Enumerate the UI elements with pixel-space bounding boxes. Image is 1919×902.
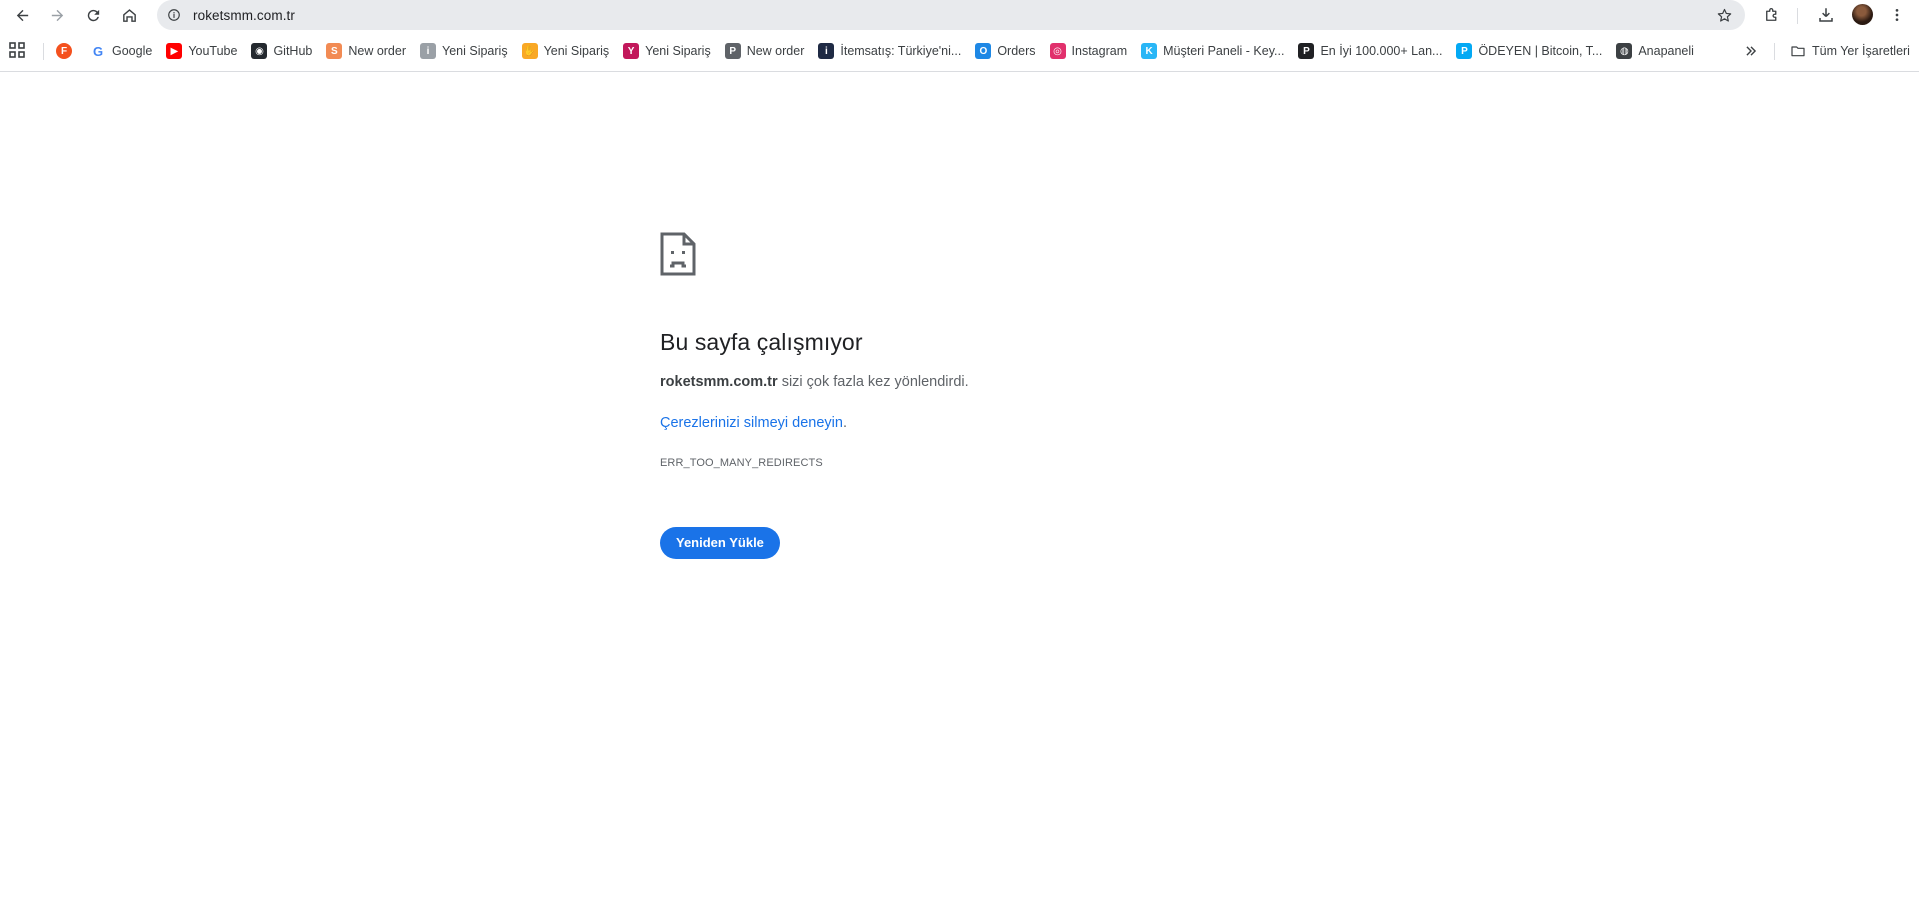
- bookmark-item[interactable]: P En İyi 100.000+ Lan...: [1298, 40, 1442, 62]
- bookmark-item[interactable]: Y Yeni Sipariş: [623, 40, 711, 62]
- github-icon: ◉: [251, 43, 268, 59]
- bookmark-item[interactable]: S New order: [326, 40, 406, 62]
- p-icon: P: [724, 43, 741, 59]
- k-icon: K: [1141, 43, 1158, 59]
- error-page: Bu sayfa çalışmıyor roketsmm.com.tr sizi…: [660, 232, 1260, 559]
- error-code: ERR_TOO_MANY_REDIRECTS: [660, 457, 823, 469]
- profile-avatar[interactable]: [1852, 4, 1873, 25]
- instagram-icon: ◎: [1049, 43, 1066, 59]
- bookmark-item[interactable]: ▶ YouTube: [166, 40, 237, 62]
- all-bookmarks-button[interactable]: Tüm Yer İşaretleri: [1790, 40, 1910, 62]
- arrow-left-icon: [16, 9, 28, 21]
- more-bookmarks-button[interactable]: [1740, 40, 1762, 62]
- bookmarks-divider-right: [1774, 43, 1775, 60]
- bookmark-item[interactable]: P New order: [724, 40, 805, 62]
- error-description: roketsmm.com.tr sizi çok fazla kez yönle…: [660, 374, 1260, 390]
- error-host: roketsmm.com.tr: [660, 374, 778, 390]
- site-info-button[interactable]: [163, 4, 185, 26]
- bookmark-star-button[interactable]: [1713, 4, 1735, 26]
- back-button[interactable]: [8, 1, 36, 29]
- menu-button[interactable]: [1885, 3, 1909, 27]
- downloads-button[interactable]: [1814, 3, 1838, 27]
- globe-icon: ◍: [1616, 43, 1633, 59]
- bookmark-label: Orders: [997, 44, 1036, 58]
- reload-icon: [87, 9, 99, 21]
- star-icon: [1717, 8, 1731, 22]
- bookmark-label: En İyi 100.000+ Lan...: [1320, 44, 1443, 58]
- download-icon: [1819, 8, 1833, 22]
- sad-document-icon: [660, 232, 696, 276]
- puzzle-icon: [1766, 8, 1777, 21]
- bookmark-item[interactable]: ◍ Anapaneli: [1616, 40, 1694, 62]
- info-icon: i: [420, 43, 437, 59]
- bookmarks-divider: [43, 43, 44, 60]
- youtube-icon: ▶: [166, 43, 183, 59]
- error-suggestion: Çerezlerinizi silmeyi deneyin.: [660, 415, 1260, 431]
- bookmark-item[interactable]: O Orders: [975, 40, 1036, 62]
- reload-button[interactable]: [79, 1, 107, 29]
- toolbar-divider: [1797, 8, 1798, 24]
- bookmark-item[interactable]: i Yeni Sipariş: [420, 40, 508, 62]
- bookmark-label: New order: [348, 44, 407, 58]
- bookmark-item[interactable]: F: [56, 40, 78, 62]
- odeyen-icon: P: [1456, 43, 1473, 59]
- bookmark-item[interactable]: ◎ Instagram: [1049, 40, 1128, 62]
- arrow-right-icon: [51, 9, 63, 21]
- hand-icon: ✋: [521, 43, 538, 59]
- bookmark-label: İtemsatış: Türkiye'ni...: [840, 44, 962, 58]
- bookmark-list: F G Google ▶ YouTube ◉ GitHub S New order i Yeni S…: [56, 40, 1708, 62]
- home-icon: [122, 8, 136, 22]
- brand-icon: Y: [623, 43, 640, 59]
- more-vertical-icon: [1895, 9, 1899, 21]
- bookmark-label: YouTube: [188, 44, 238, 58]
- all-bookmarks-label: Tüm Yer İşaretleri: [1812, 44, 1910, 58]
- clear-cookies-link[interactable]: Çerezlerinizi silmeyi deneyin: [660, 415, 843, 431]
- google-icon: G: [90, 43, 106, 59]
- folder-icon: [1791, 46, 1805, 57]
- url-text[interactable]: roketsmm.com.tr: [193, 8, 295, 23]
- f-logo-icon: F: [56, 43, 72, 59]
- bookmark-item[interactable]: ◉ GitHub: [251, 40, 312, 62]
- smm-icon: S: [326, 43, 343, 59]
- bookmark-label: Instagram: [1071, 44, 1128, 58]
- bookmark-label: New order: [746, 44, 805, 58]
- info-circle-icon: [168, 9, 180, 21]
- bookmark-label: GitHub: [273, 44, 313, 58]
- bookmark-label: Google: [112, 44, 153, 58]
- apps-grid-icon[interactable]: [9, 42, 26, 59]
- bookmark-item[interactable]: P ÖDEYEN | Bitcoin, T...: [1456, 40, 1602, 62]
- bookmark-item[interactable]: G Google: [90, 40, 152, 62]
- extensions-button[interactable]: [1760, 3, 1784, 27]
- browser-toolbar: roketsmm.com.tr: [0, 0, 1919, 31]
- bookmark-label: Yeni Sipariş: [543, 44, 610, 58]
- forward-button[interactable]: [43, 1, 71, 29]
- bookmark-label: Yeni Sipariş: [442, 44, 508, 58]
- chevron-double-right-icon: [1746, 46, 1757, 56]
- suggestion-period: .: [842, 415, 847, 431]
- error-description-text: sizi çok fazla kez yönlendirdi.: [781, 374, 969, 390]
- bookmark-item[interactable]: K Müşteri Paneli - Key...: [1141, 40, 1284, 62]
- bookmark-item[interactable]: i İtemsatış: Türkiye'ni...: [818, 40, 961, 62]
- orders-icon: O: [975, 43, 992, 59]
- bookmark-label: ÖDEYEN | Bitcoin, T...: [1478, 44, 1603, 58]
- bookmark-label: Anapaneli: [1638, 44, 1694, 58]
- bookmark-item[interactable]: ✋ Yeni Sipariş: [521, 40, 610, 62]
- error-title: Bu sayfa çalışmıyor: [660, 329, 863, 355]
- address-bar[interactable]: roketsmm.com.tr: [157, 0, 1745, 30]
- bookmark-label: Yeni Sipariş: [645, 44, 711, 58]
- home-button[interactable]: [115, 1, 143, 29]
- dp-icon: P: [1298, 43, 1315, 59]
- bookmarks-bar: F G Google ▶ YouTube ◉ GitHub S New order i Yeni S…: [0, 31, 1919, 72]
- itemsatis-icon: i: [818, 43, 835, 59]
- bookmark-label: Müşteri Paneli - Key...: [1163, 44, 1285, 58]
- reload-page-button[interactable]: Yeniden Yükle: [660, 527, 780, 559]
